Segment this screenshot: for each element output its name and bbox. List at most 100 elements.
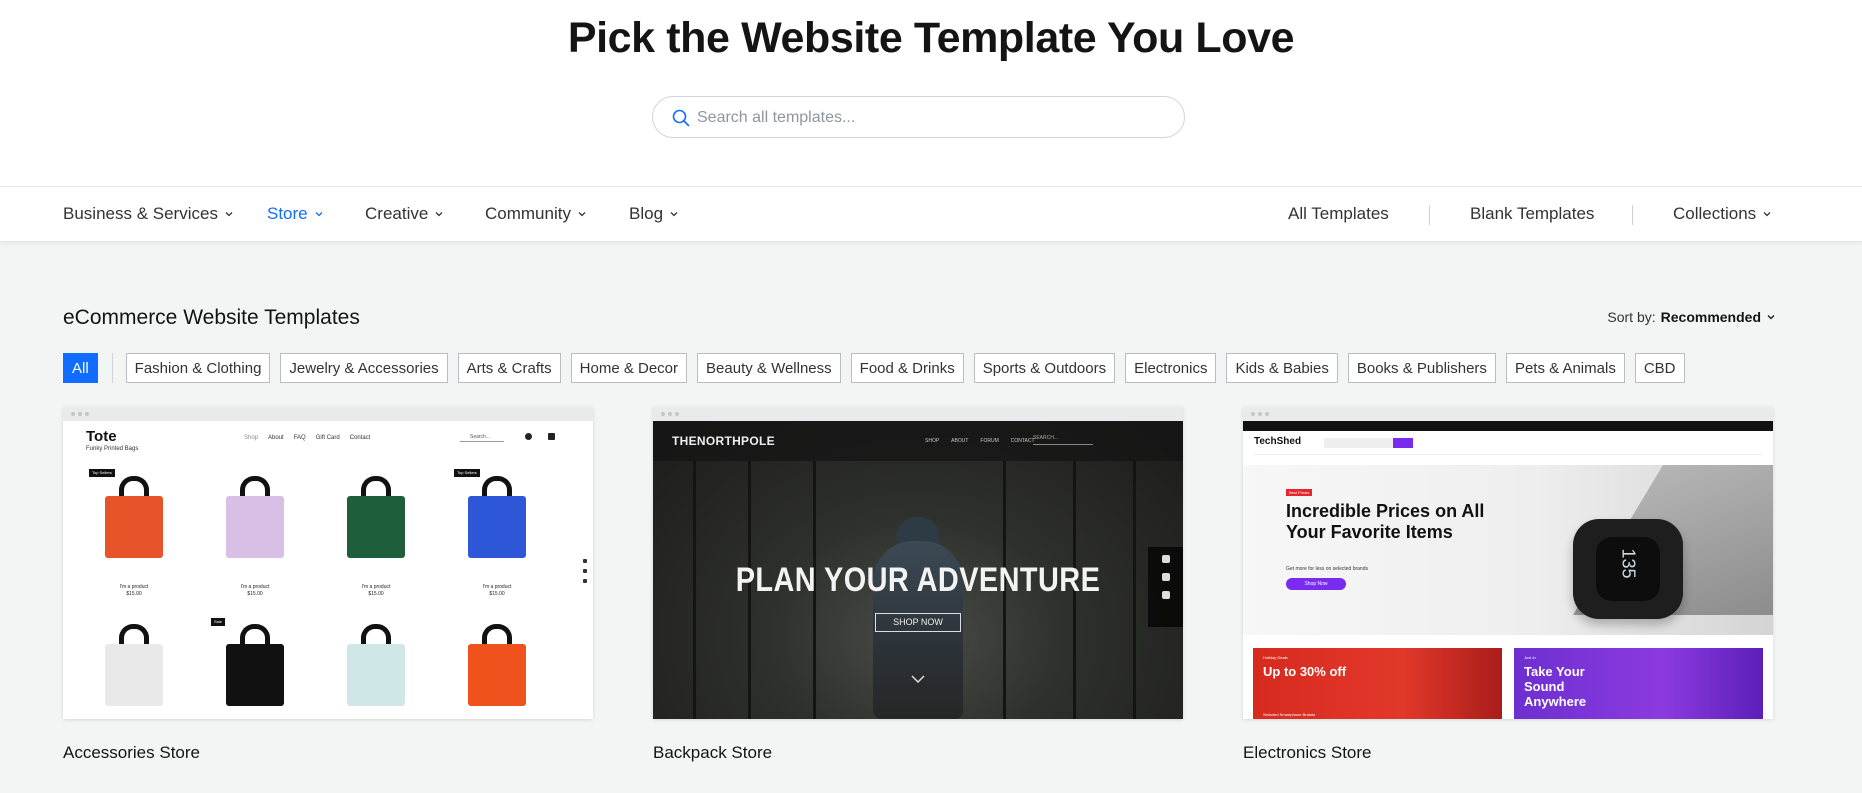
filter-beauty-wellness[interactable]: Beauty & Wellness	[697, 353, 841, 383]
preview-social-icons	[1148, 547, 1183, 627]
filter-chips: All Fashion & Clothing Jewelry & Accesso…	[63, 353, 1695, 383]
filter-all[interactable]: All	[63, 353, 98, 383]
filter-kids-babies[interactable]: Kids & Babies	[1226, 353, 1338, 383]
preview-menu: Shop About FAQ Gift Card Contact	[244, 435, 370, 441]
preview-menu-item: About	[268, 435, 284, 441]
chevron-down-icon	[670, 212, 678, 217]
filter-books-publishers[interactable]: Books & Publishers	[1347, 353, 1496, 383]
preview-logo: TechShed	[1254, 436, 1302, 447]
preview-social-icons	[583, 559, 587, 589]
nav-label: Blank Templates	[1470, 204, 1595, 223]
nav-label: Business & Services	[63, 204, 218, 223]
cart-icon	[548, 433, 555, 440]
banner-title: Take Your Sound Anywhere	[1524, 664, 1587, 709]
preview-accessories: Tote Funky Printed Bags Shop About FAQ G…	[63, 421, 593, 719]
preview-menu-item: SHOP	[925, 438, 940, 444]
nav-label: Blog	[629, 204, 664, 223]
filter-home-decor[interactable]: Home & Decor	[570, 353, 688, 383]
preview-headline: Incredible Prices on All Your Favorite I…	[1286, 501, 1485, 542]
filter-arts-crafts[interactable]: Arts & Crafts	[457, 353, 561, 383]
nav-label: All Templates	[1288, 204, 1389, 223]
preview-badge: Top Sellers	[89, 469, 115, 477]
product-image	[105, 496, 163, 558]
nav-all-templates[interactable]: All Templates	[1288, 204, 1389, 224]
nav-business-services[interactable]: Business & Services	[63, 204, 234, 224]
preview-search: SEARCH...	[1033, 435, 1093, 445]
nav-divider	[1632, 205, 1633, 225]
preview-topbar	[1243, 421, 1773, 431]
nav-blank-templates[interactable]: Blank Templates	[1470, 204, 1594, 224]
banner-tag: Holiday Deals	[1263, 655, 1288, 660]
filter-cbd[interactable]: CBD	[1634, 353, 1685, 383]
preview-menu-item: CONTACT	[1010, 438, 1035, 444]
template-name[interactable]: Accessories Store	[63, 743, 593, 763]
browser-bar	[1243, 407, 1773, 421]
product-image	[105, 644, 163, 706]
preview-badge: Top Sellers	[454, 469, 480, 477]
preview-search	[1324, 438, 1404, 448]
sort-dropdown[interactable]: Sort by: Recommended	[1607, 309, 1776, 325]
product-caption: I'm a product $15.00	[104, 584, 164, 598]
preview-badge: Sale	[211, 618, 226, 626]
filter-divider	[111, 353, 113, 383]
product-image	[468, 644, 526, 706]
browser-bar	[653, 407, 1183, 421]
preview-header: THENORTHPOLE SHOP ABOUT FORUM CONTACT SE…	[653, 421, 1183, 461]
sort-label: Sort by:	[1607, 309, 1656, 325]
preview-menu-item: FORUM	[980, 438, 999, 444]
chevron-down-icon	[435, 212, 443, 217]
preview-menu-item: Contact	[349, 435, 371, 441]
nav-collections[interactable]: Collections	[1673, 204, 1772, 224]
template-name[interactable]: Electronics Store	[1243, 743, 1773, 763]
user-icon	[525, 433, 532, 440]
preview-menu-item: Gift Card	[315, 435, 340, 441]
page-title: Pick the Website Template You Love	[567, 14, 1295, 62]
preview-shop-button: SHOP NOW	[875, 613, 961, 632]
template-search[interactable]	[652, 96, 1185, 138]
nav-blog[interactable]: Blog	[629, 204, 679, 224]
watch-text: 135	[1618, 548, 1639, 579]
template-thumbnail[interactable]: TechShed 135 Best Prices Incredible Pric…	[1243, 407, 1773, 719]
preview-subtext: Get more for less on selected brands	[1286, 566, 1368, 572]
filter-pets-animals[interactable]: Pets & Animals	[1505, 353, 1625, 383]
chevron-down-icon	[911, 675, 925, 683]
hero-section: Pick the Website Template You Love	[0, 0, 1862, 186]
filter-electronics[interactable]: Electronics	[1125, 353, 1217, 383]
preview-shop-button: Shop Now	[1286, 578, 1346, 590]
preview-search: Search...	[460, 434, 504, 442]
template-card-backpack[interactable]: THENORTHPOLE SHOP ABOUT FORUM CONTACT SE…	[653, 407, 1183, 763]
nav-label: Collections	[1673, 204, 1757, 223]
search-input[interactable]	[697, 105, 1167, 131]
product-name: I'm a product	[240, 584, 270, 590]
nav-divider	[1429, 205, 1430, 225]
template-card-electronics[interactable]: TechShed 135 Best Prices Incredible Pric…	[1243, 407, 1773, 763]
banner-title: Up to 30% off	[1263, 664, 1347, 679]
nav-community[interactable]: Community	[485, 204, 587, 224]
preview-banner-deals: Holiday Deals Up to 30% off Selected Sma…	[1253, 648, 1502, 719]
filter-food-drinks[interactable]: Food & Drinks	[850, 353, 964, 383]
template-name[interactable]: Backpack Store	[653, 743, 1183, 763]
product-image	[226, 496, 284, 558]
section-title: eCommerce Website Templates	[63, 306, 360, 329]
template-card-accessories[interactable]: Tote Funky Printed Bags Shop About FAQ G…	[63, 407, 593, 763]
banner-sub: Selected Smartphone Brands	[1263, 712, 1316, 717]
product-caption: I'm a product $15.00	[225, 584, 285, 598]
product-price: $15.00	[489, 591, 505, 597]
product-image	[347, 644, 405, 706]
template-thumbnail[interactable]: Tote Funky Printed Bags Shop About FAQ G…	[63, 407, 593, 719]
nav-label: Creative	[365, 204, 429, 223]
product-image	[347, 496, 405, 558]
filter-jewelry-accessories[interactable]: Jewelry & Accessories	[280, 353, 448, 383]
nav-label: Store	[267, 204, 308, 223]
preview-badge: Best Prices	[1286, 489, 1313, 496]
template-thumbnail[interactable]: THENORTHPOLE SHOP ABOUT FORUM CONTACT SE…	[653, 407, 1183, 719]
nav-creative[interactable]: Creative	[365, 204, 444, 224]
filter-fashion-clothing[interactable]: Fashion & Clothing	[125, 353, 271, 383]
preview-backpack: THENORTHPOLE SHOP ABOUT FORUM CONTACT SE…	[653, 421, 1183, 719]
preview-menu-item: Shop	[244, 435, 259, 441]
filter-sports-outdoors[interactable]: Sports & Outdoors	[973, 353, 1116, 383]
product-price: $15.00	[126, 591, 142, 597]
preview-banner-sound: Just In Take Your Sound Anywhere	[1514, 648, 1763, 719]
browser-bar	[63, 407, 593, 421]
nav-store[interactable]: Store	[267, 204, 324, 224]
